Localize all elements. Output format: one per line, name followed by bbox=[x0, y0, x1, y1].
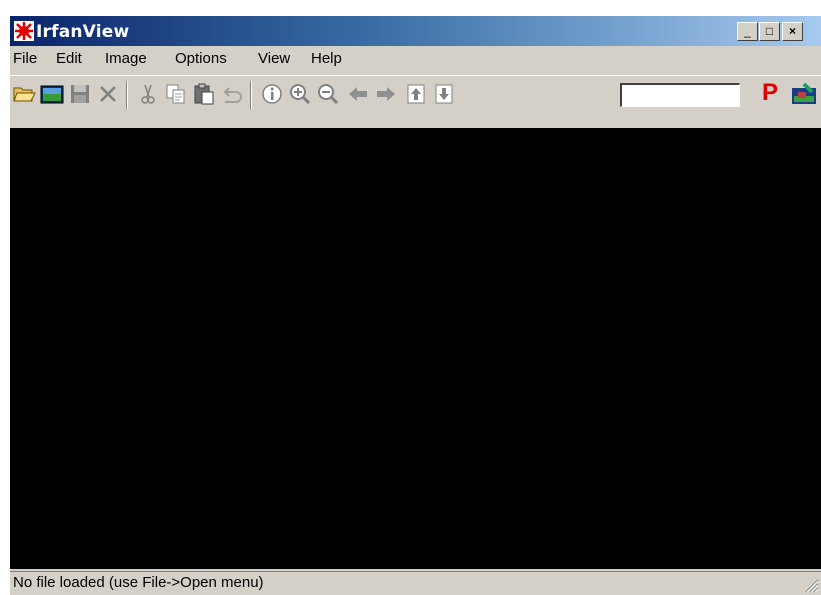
toolbar: P bbox=[10, 75, 821, 112]
image-canvas[interactable] bbox=[10, 128, 821, 569]
close-button[interactable]: × bbox=[782, 22, 803, 41]
menu-edit[interactable]: Edit bbox=[56, 50, 82, 67]
menu-bar: File Edit Image Options View Help bbox=[10, 46, 821, 72]
status-text: No file loaded (use File->Open menu) bbox=[13, 574, 264, 591]
zoom-input[interactable] bbox=[620, 83, 740, 107]
paint-icon[interactable] bbox=[790, 82, 818, 106]
irfanview-window: IrfanView _ □ × File Edit Image Options … bbox=[10, 16, 821, 595]
save-icon[interactable] bbox=[68, 82, 92, 106]
menu-options[interactable]: Options bbox=[175, 50, 227, 67]
menu-view[interactable]: View bbox=[258, 50, 290, 67]
paste-icon[interactable] bbox=[192, 82, 216, 106]
zoom-out-icon[interactable] bbox=[316, 82, 340, 106]
thumbnails-icon[interactable] bbox=[40, 82, 64, 106]
maximize-button[interactable]: □ bbox=[759, 22, 780, 41]
first-file-icon[interactable] bbox=[404, 82, 428, 106]
toolbar-separator bbox=[250, 81, 252, 109]
info-icon[interactable] bbox=[260, 82, 284, 106]
minimize-button[interactable]: _ bbox=[737, 22, 758, 41]
menu-image[interactable]: Image bbox=[105, 50, 147, 67]
cut-icon[interactable] bbox=[136, 82, 160, 106]
plugin-p-icon[interactable]: P bbox=[762, 79, 778, 107]
window-title: IrfanView bbox=[36, 22, 130, 42]
last-file-icon[interactable] bbox=[432, 82, 456, 106]
menu-file[interactable]: File bbox=[13, 50, 37, 67]
next-arrow-icon[interactable] bbox=[374, 82, 398, 106]
copy-icon[interactable] bbox=[164, 82, 188, 106]
status-bar: No file loaded (use File->Open menu) bbox=[10, 571, 821, 595]
resize-grip-icon[interactable] bbox=[803, 577, 819, 593]
previous-arrow-icon[interactable] bbox=[346, 82, 370, 106]
toolbar-separator bbox=[126, 81, 128, 109]
open-folder-icon[interactable] bbox=[12, 82, 36, 106]
undo-icon[interactable] bbox=[220, 82, 244, 106]
irfanview-cat-icon bbox=[14, 21, 34, 41]
delete-icon[interactable] bbox=[96, 82, 120, 106]
title-bar[interactable]: IrfanView _ □ × bbox=[10, 16, 821, 46]
zoom-in-icon[interactable] bbox=[288, 82, 312, 106]
menu-help[interactable]: Help bbox=[311, 50, 342, 67]
